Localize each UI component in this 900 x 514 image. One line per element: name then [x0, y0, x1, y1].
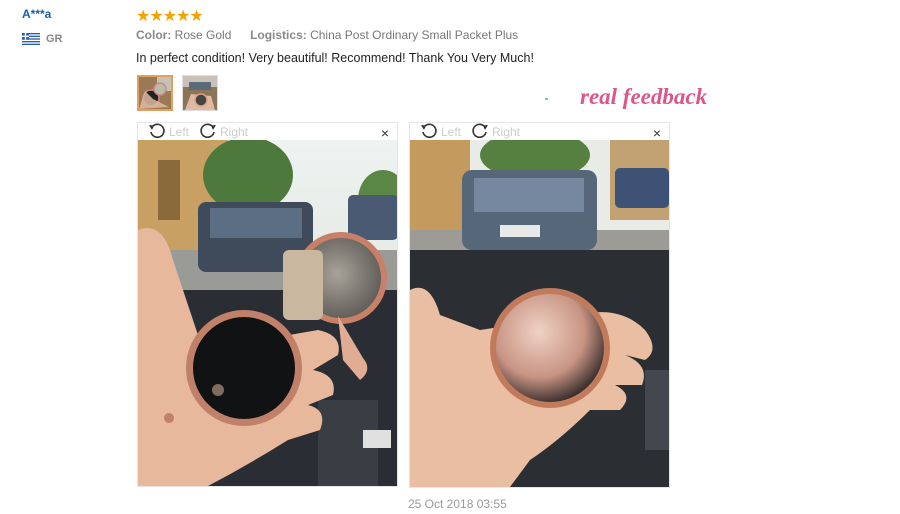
color-value: Rose Gold — [174, 28, 232, 42]
review-thumbnail-2[interactable] — [182, 75, 218, 111]
user-country: GR — [22, 33, 63, 45]
image-viewer-2: Left Right × — [409, 122, 670, 488]
country-code: GR — [46, 33, 63, 45]
flag-greece-icon — [22, 33, 40, 45]
rotate-right-label: Right — [492, 124, 521, 139]
decorative-dot — [545, 98, 548, 100]
rotate-left-button[interactable]: Left — [147, 123, 189, 140]
rating-stars: ★★★★★ — [136, 8, 204, 25]
review-thumbnail-1[interactable] — [137, 75, 173, 111]
color-label: Color: — [136, 28, 172, 42]
review-photo-1 — [138, 140, 397, 486]
review-meta: Color: Rose Gold Logistics: China Post O… — [136, 28, 518, 42]
rotate-left-icon — [421, 123, 437, 139]
logistics-label: Logistics: — [250, 28, 307, 42]
rotate-right-button[interactable]: Right — [198, 123, 248, 140]
rotate-left-button[interactable]: Left — [419, 123, 461, 140]
rotate-left-label: Left — [441, 124, 462, 139]
rotate-right-icon — [200, 123, 216, 139]
close-icon[interactable]: × — [653, 125, 661, 141]
rotate-left-label: Left — [169, 124, 190, 139]
logistics-value: China Post Ordinary Small Packet Plus — [310, 28, 519, 42]
rotate-left-icon — [149, 123, 165, 139]
close-icon[interactable]: × — [381, 125, 389, 141]
watermark-text: real feedback — [580, 84, 708, 109]
review-text: In perfect condition! Very beautiful! Re… — [136, 51, 534, 65]
image-viewer-1: Left Right × — [137, 122, 398, 487]
rotate-right-icon — [472, 123, 488, 139]
user-name[interactable]: A***a — [22, 7, 51, 21]
rotate-right-label: Right — [220, 124, 249, 139]
rotate-right-button[interactable]: Right — [470, 123, 520, 140]
review-photo-2 — [410, 140, 669, 487]
review-timestamp: 25 Oct 2018 03:55 — [408, 497, 507, 511]
